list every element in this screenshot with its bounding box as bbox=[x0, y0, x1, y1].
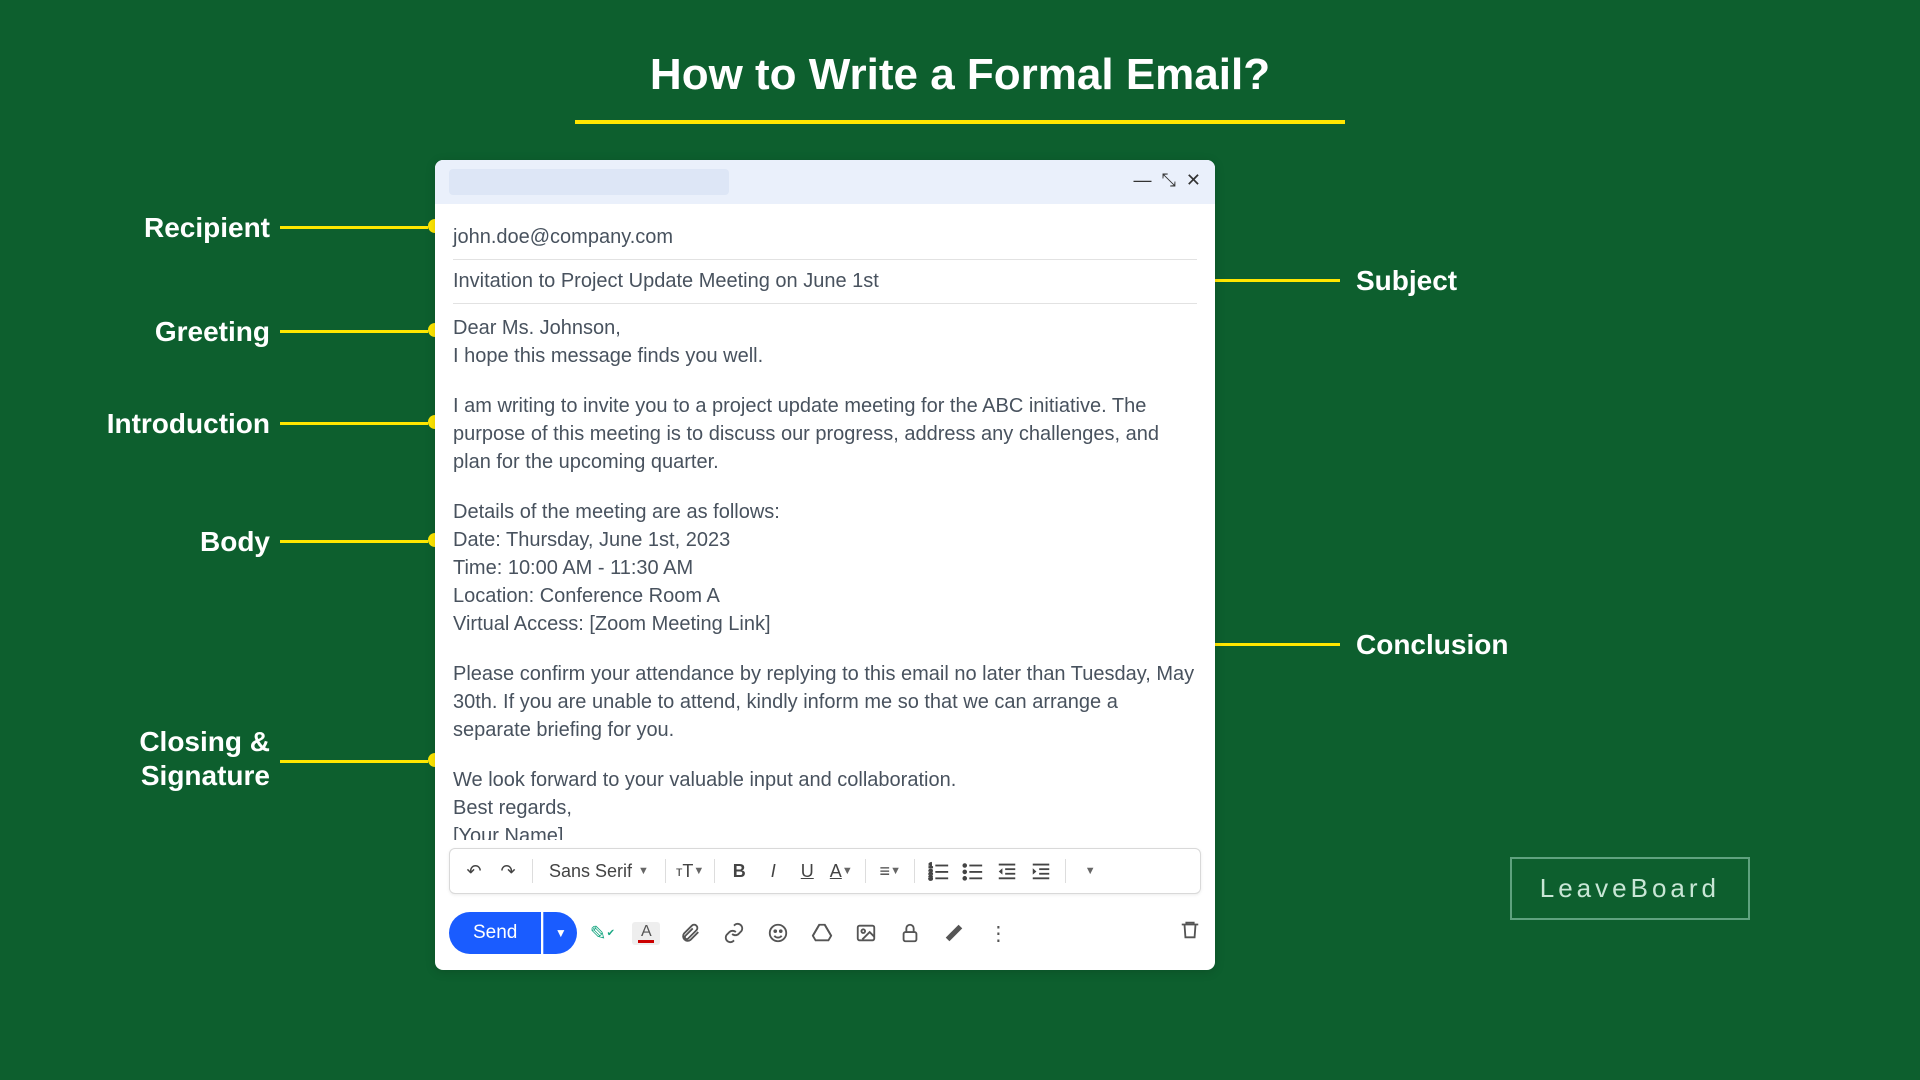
toolbar-divider bbox=[532, 859, 533, 883]
toolbar-divider bbox=[665, 859, 666, 883]
body-location: Location: Conference Room A bbox=[453, 585, 720, 607]
text-color-dropdown[interactable]: A ▼ bbox=[827, 861, 855, 882]
image-icon[interactable] bbox=[853, 922, 879, 944]
annotation-closing-1: Closing & bbox=[50, 725, 270, 759]
connector-line bbox=[280, 330, 428, 333]
send-button[interactable]: Send bbox=[449, 912, 541, 954]
send-options-dropdown[interactable]: ▼ bbox=[543, 912, 577, 954]
font-family-dropdown[interactable]: Sans Serif ▼ bbox=[543, 861, 655, 882]
toolbar-divider bbox=[714, 859, 715, 883]
font-size-dropdown[interactable]: тT ▼ bbox=[676, 861, 704, 882]
align-dropdown[interactable]: ≡ ▼ bbox=[876, 861, 904, 882]
body-header: Details of the meeting are as follows: bbox=[453, 501, 780, 523]
closing-regards: Best regards, bbox=[453, 797, 572, 819]
email-window-header: — ⤡ ✕ bbox=[435, 160, 1215, 204]
toolbar-divider bbox=[1065, 859, 1066, 883]
closing-forward: We look forward to your valuable input a… bbox=[453, 769, 956, 791]
connector-line bbox=[280, 422, 428, 425]
attachment-icon[interactable] bbox=[677, 922, 703, 944]
more-formatting-dropdown[interactable]: ▼ bbox=[1076, 865, 1104, 877]
bullet-list-icon[interactable] bbox=[959, 860, 987, 882]
connector-line bbox=[1210, 643, 1340, 646]
title-underline bbox=[575, 120, 1345, 124]
greeting-line-1: Dear Ms. Johnson, bbox=[453, 317, 621, 339]
subject-placeholder-pill bbox=[449, 169, 729, 195]
brand-logo: LeaveBoard bbox=[1510, 857, 1750, 920]
drive-icon[interactable] bbox=[809, 922, 835, 944]
email-body-editor[interactable]: Dear Ms. Johnson, I hope this message fi… bbox=[435, 304, 1215, 840]
bold-icon[interactable]: B bbox=[725, 861, 753, 882]
body-time: Time: 10:00 AM - 11:30 AM bbox=[453, 557, 693, 579]
conclusion-paragraph: Please confirm your attendance by replyi… bbox=[453, 660, 1197, 744]
font-family-label: Sans Serif bbox=[549, 861, 632, 882]
annotation-closing-2: Signature bbox=[50, 759, 270, 793]
link-icon[interactable] bbox=[721, 922, 747, 944]
email-compose-window: — ⤡ ✕ john.doe@company.com Invitation to… bbox=[435, 160, 1215, 970]
ai-compose-icon[interactable]: ✎✔ bbox=[589, 921, 615, 946]
format-toolbar: ↶ ↷ Sans Serif ▼ тT ▼ B I U A ▼ ≡ ▼ 123 bbox=[449, 848, 1201, 894]
emoji-icon[interactable] bbox=[765, 922, 791, 944]
annotation-subject: Subject bbox=[1356, 264, 1457, 298]
underline-icon[interactable]: U bbox=[793, 861, 821, 882]
connector-line bbox=[280, 226, 428, 229]
annotation-conclusion: Conclusion bbox=[1356, 628, 1508, 662]
annotation-introduction: Introduction bbox=[50, 407, 270, 441]
intro-paragraph: I am writing to invite you to a project … bbox=[453, 392, 1197, 476]
greeting-line-2: I hope this message finds you well. bbox=[453, 345, 763, 367]
body-virtual: Virtual Access: [Zoom Meeting Link] bbox=[453, 613, 771, 635]
connector-line bbox=[280, 760, 428, 763]
numbered-list-icon[interactable]: 123 bbox=[925, 860, 953, 882]
page-title: How to Write a Formal Email? bbox=[650, 50, 1270, 100]
collapse-icon[interactable]: ⤡ bbox=[1162, 170, 1176, 191]
connector-line bbox=[280, 540, 428, 543]
body-date: Date: Thursday, June 1st, 2023 bbox=[453, 529, 730, 551]
caret-down-icon: ▼ bbox=[638, 865, 649, 877]
closing-name: [Your Name] bbox=[453, 825, 563, 840]
indent-increase-icon[interactable] bbox=[1027, 860, 1055, 882]
more-options-icon[interactable]: ⋮ bbox=[985, 921, 1011, 946]
signature-icon[interactable] bbox=[941, 922, 967, 944]
annotation-body: Body bbox=[50, 525, 270, 559]
recipient-field[interactable]: john.doe@company.com bbox=[453, 216, 1197, 260]
bottom-bar: Send ▼ ✎✔ A bbox=[449, 912, 1201, 954]
indent-decrease-icon[interactable] bbox=[993, 860, 1021, 882]
undo-icon[interactable]: ↶ bbox=[460, 861, 488, 882]
redo-icon[interactable]: ↷ bbox=[494, 861, 522, 882]
annotation-greeting: Greeting bbox=[50, 315, 270, 349]
text-color-icon[interactable]: A bbox=[633, 922, 659, 945]
subject-field[interactable]: Invitation to Project Update Meeting on … bbox=[453, 260, 1197, 304]
toolbar-divider bbox=[865, 859, 866, 883]
close-icon[interactable]: ✕ bbox=[1186, 170, 1201, 191]
toolbar-divider bbox=[914, 859, 915, 883]
confidential-icon[interactable] bbox=[897, 922, 923, 944]
svg-text:3: 3 bbox=[929, 875, 933, 882]
italic-icon[interactable]: I bbox=[759, 861, 787, 882]
annotation-recipient: Recipient bbox=[50, 211, 270, 245]
minimize-icon[interactable]: — bbox=[1134, 170, 1152, 191]
trash-icon[interactable] bbox=[1179, 919, 1201, 947]
